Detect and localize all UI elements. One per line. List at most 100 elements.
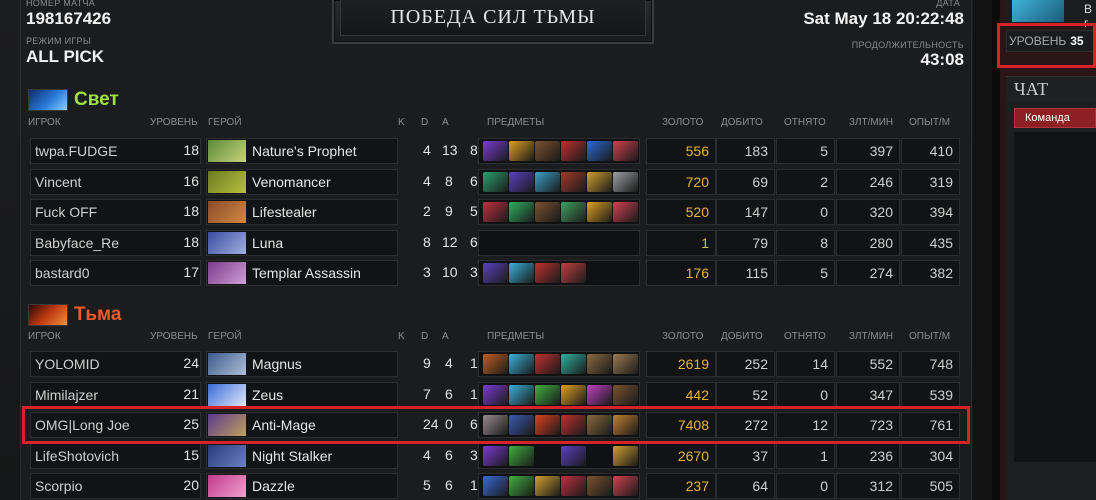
stat-denies: 5 bbox=[776, 260, 835, 286]
player-row[interactable]: twpa.FUDGE 18 Nature's Prophet 4 13 8 556 183 5 3… bbox=[30, 138, 960, 164]
item-icon[interactable] bbox=[509, 476, 534, 496]
player-row[interactable]: Scorpio20Dazzle5613237640312505 bbox=[30, 473, 960, 499]
hero-cell[interactable]: Dazzle bbox=[206, 473, 398, 499]
item-icon[interactable] bbox=[613, 445, 638, 466]
item-icon[interactable] bbox=[535, 384, 560, 405]
item-icon[interactable] bbox=[613, 354, 638, 374]
hero-name: Venomancer bbox=[252, 173, 331, 190]
player-level: 18 bbox=[183, 233, 199, 250]
item-icon[interactable] bbox=[561, 263, 586, 283]
player-level: 18 bbox=[183, 203, 199, 219]
item-icon[interactable] bbox=[561, 202, 586, 222]
column-header-a: A bbox=[442, 117, 449, 128]
stat-denies: 14 bbox=[776, 351, 835, 377]
stat-deaths: 8 bbox=[445, 172, 453, 189]
player-row[interactable]: Mimilajzer21Zeus7618442520347539 bbox=[30, 381, 960, 408]
hero-cell[interactable]: Venomancer bbox=[206, 168, 398, 195]
match-details-panel: НОМЕР МАТЧА 198167426 РЕЖИМ ИГРЫ ALL PIC… bbox=[0, 0, 992, 500]
player-row[interactable]: LifeShotovich 15 Night Stalker 4 6 3 2670 37 1 23… bbox=[30, 442, 960, 469]
item-icon[interactable] bbox=[613, 384, 638, 405]
player-row[interactable]: Vincent 16 Venomancer 4 8 6 720 69 2 246 319 bbox=[30, 168, 960, 195]
hero-name: Nature's Prophet bbox=[252, 143, 357, 159]
stat-denies: 5 bbox=[776, 138, 835, 164]
radiant-team-header: Свет bbox=[28, 88, 119, 112]
item-icon[interactable] bbox=[587, 476, 612, 496]
hero-cell[interactable]: Lifestealer bbox=[206, 199, 398, 225]
item-icon[interactable] bbox=[483, 171, 508, 192]
stat-assists: 6 bbox=[470, 233, 478, 250]
item-slots bbox=[478, 168, 640, 195]
item-icon[interactable] bbox=[613, 476, 638, 496]
hero-portrait[interactable] bbox=[208, 383, 246, 406]
item-icon[interactable] bbox=[561, 171, 586, 192]
item-icon[interactable] bbox=[561, 445, 586, 466]
hero-cell[interactable]: Magnus bbox=[206, 351, 398, 377]
item-icon[interactable] bbox=[509, 202, 534, 222]
item-icon[interactable] bbox=[483, 445, 508, 466]
item-icon[interactable] bbox=[587, 141, 612, 161]
stat-xpm: 539 bbox=[901, 381, 960, 408]
column-header-a: A bbox=[442, 331, 449, 342]
item-icon[interactable] bbox=[587, 354, 612, 374]
item-icon[interactable] bbox=[509, 445, 534, 466]
item-icon[interactable] bbox=[509, 354, 534, 374]
item-icon[interactable] bbox=[561, 354, 586, 374]
hero-portrait[interactable] bbox=[208, 444, 246, 467]
item-icon[interactable] bbox=[509, 171, 534, 192]
item-icon[interactable] bbox=[509, 141, 534, 161]
stat-kills: 2 bbox=[423, 203, 431, 219]
hero-portrait[interactable] bbox=[208, 231, 246, 254]
item-icon[interactable] bbox=[483, 141, 508, 161]
stat-denies: 0 bbox=[776, 473, 835, 499]
hero-portrait[interactable] bbox=[208, 475, 246, 497]
item-icon[interactable] bbox=[587, 384, 612, 405]
item-icon[interactable] bbox=[587, 202, 612, 222]
hero-cell[interactable]: Templar Assassin bbox=[206, 260, 398, 286]
match-duration: 43:08 bbox=[920, 50, 964, 69]
item-icon[interactable] bbox=[535, 354, 560, 374]
item-icon[interactable] bbox=[613, 171, 638, 192]
item-icon[interactable] bbox=[483, 354, 508, 374]
item-icon[interactable] bbox=[561, 476, 586, 496]
stat-last-hits: 79 bbox=[716, 229, 775, 256]
item-icon[interactable] bbox=[509, 384, 534, 405]
item-icon[interactable] bbox=[535, 202, 560, 222]
hero-portrait[interactable] bbox=[208, 170, 246, 193]
hero-cell[interactable]: Zeus bbox=[206, 381, 398, 408]
hero-portrait[interactable] bbox=[208, 201, 246, 223]
item-icon[interactable] bbox=[535, 171, 560, 192]
item-icon[interactable] bbox=[509, 263, 534, 283]
item-icon[interactable] bbox=[483, 263, 508, 283]
hero-cell[interactable]: Luna bbox=[206, 229, 398, 256]
item-icon[interactable] bbox=[587, 171, 612, 192]
stat-deaths: 9 bbox=[445, 203, 453, 219]
column-header-level: УРОВЕНЬ bbox=[150, 331, 198, 342]
item-icon[interactable] bbox=[535, 263, 560, 283]
scoreboard-scroll-area[interactable] bbox=[973, 0, 992, 500]
avatar[interactable] bbox=[1012, 0, 1064, 22]
item-icon[interactable] bbox=[561, 384, 586, 405]
player-row[interactable]: Fuck OFF 18 Lifestealer 2 9 5 520 147 0 320 394 bbox=[30, 199, 960, 225]
item-icon[interactable] bbox=[613, 141, 638, 161]
chat-tab-team[interactable]: Команда bbox=[1014, 108, 1096, 128]
highlight-annotation bbox=[22, 406, 970, 444]
chat-title: ЧАТ bbox=[1006, 76, 1096, 102]
hero-cell[interactable]: Night Stalker bbox=[206, 442, 398, 469]
hero-cell[interactable]: Nature's Prophet bbox=[206, 138, 398, 164]
item-icon[interactable] bbox=[483, 202, 508, 222]
stat-gold: 176 bbox=[646, 260, 716, 286]
item-slots bbox=[478, 229, 640, 256]
hero-portrait[interactable] bbox=[208, 353, 246, 375]
item-icon[interactable] bbox=[483, 476, 508, 496]
player-row[interactable]: YOLOMID24Magnus9416261925214552748 bbox=[30, 351, 960, 377]
item-icon[interactable] bbox=[483, 384, 508, 405]
item-icon[interactable] bbox=[535, 476, 560, 496]
hero-portrait[interactable] bbox=[208, 262, 246, 284]
hero-portrait[interactable] bbox=[208, 140, 246, 162]
stat-xpm: 382 bbox=[901, 260, 960, 286]
item-icon[interactable] bbox=[613, 202, 638, 222]
item-icon[interactable] bbox=[561, 141, 586, 161]
item-icon[interactable] bbox=[535, 141, 560, 161]
player-row[interactable]: bastard0 17 Templar Assassin 3 10 3 176 115 5 274… bbox=[30, 260, 960, 286]
player-row[interactable]: Babyface_Re 18 Luna 8 12 6 1 79 8 280 435 bbox=[30, 229, 960, 256]
